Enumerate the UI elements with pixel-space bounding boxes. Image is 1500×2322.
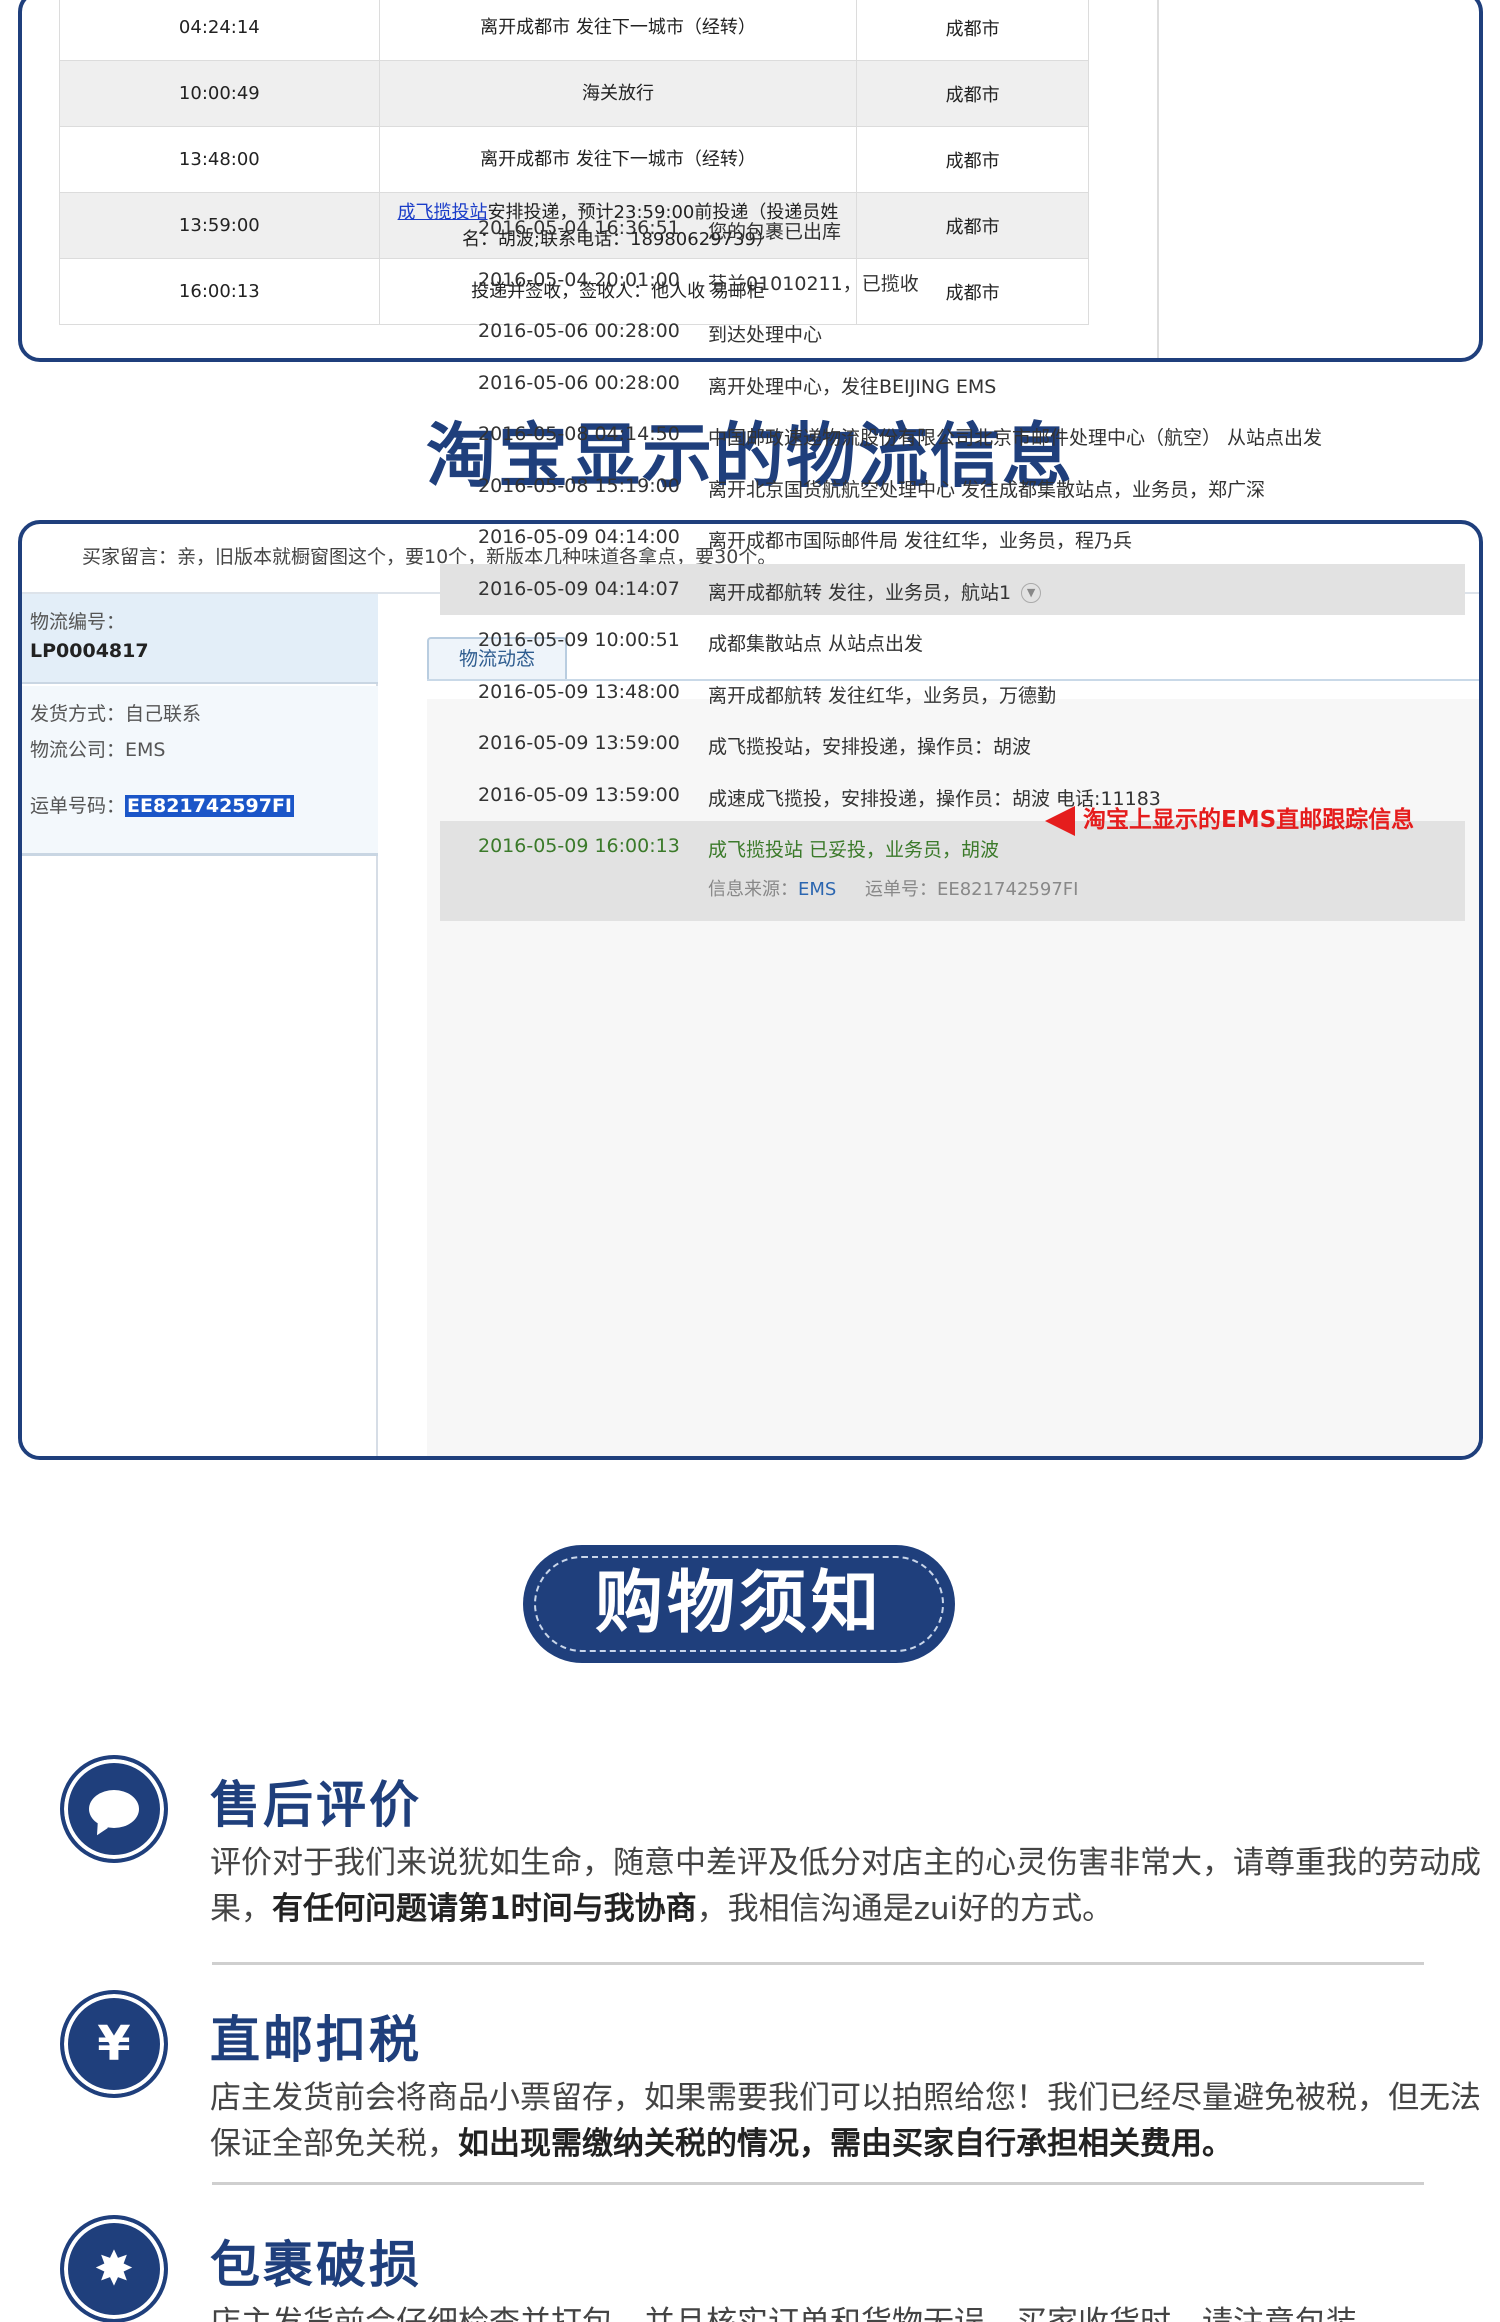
ems-annotation: 淘宝上显示的EMS直邮跟踪信息	[1045, 800, 1414, 836]
event-text: 离开成都市国际邮件局 发往红华，业务员，程乃兵	[708, 530, 1133, 552]
table-row: 10:00:49 海关放行 成都市	[59, 60, 1089, 127]
event-text: 成都集散站点 从站点出发	[708, 633, 924, 655]
list-item: 2016-05-08 04:14:50 中国邮政速递物流股份有限公司北京市邮件处理…	[440, 409, 1465, 461]
row-time: 13:48:00	[59, 126, 380, 193]
shipping-info-box: 发货方式：自己联系 物流公司：EMS 运单号码： EE821742597FI	[22, 686, 378, 856]
table-row: 04:24:14 离开成都市 发往下一城市（经转） 成都市	[59, 0, 1089, 61]
item-text: 店主发货前会将商品小票留存，如果需要我们可以拍照给您！我们已经尽量避免被税，但无…	[210, 2080, 1481, 2162]
item-title: 售后评价	[210, 1776, 422, 1834]
waybill-number[interactable]: EE821742597FI	[125, 795, 295, 817]
source-label: 信息来源：	[708, 879, 798, 900]
event-time: 2016-05-08 04:14:50	[478, 423, 680, 445]
row-time: 16:00:13	[59, 258, 380, 325]
event-text: 您的包裹已出库	[708, 221, 842, 243]
row-event: 海关放行	[378, 60, 858, 127]
event-time: 2016-05-09 10:00:51	[478, 629, 680, 651]
event-time: 2016-05-09 16:00:13	[478, 835, 680, 857]
event-text: 离开成都航转 发往红华，业务员，万德勤	[708, 684, 1057, 707]
footer-waybill: 运单号：EE821742597FI	[864, 879, 1079, 900]
ship-method: 发货方式：自己联系	[30, 703, 202, 725]
table-row: 13:48:00 离开成都市 发往下一城市（经转） 成都市	[59, 126, 1089, 193]
event-text: 中国邮政速递物流股份有限公司北京市邮件处理中心（航空） 从站点出发	[708, 427, 1323, 449]
logistics-number: LP0004817	[30, 640, 149, 662]
annotation-text: 淘宝上显示的EMS直邮跟踪信息	[1083, 807, 1415, 833]
item-title: 直邮扣税	[210, 2011, 422, 2069]
waybill-label: 运单号码：	[30, 795, 126, 817]
event-text: 芬兰01010211，已揽收	[708, 272, 919, 295]
event-time: 2016-05-04 16:36:51	[478, 217, 680, 239]
item-text: 评价对于我们来说犹如生命，随意中差评及低分对店主的心灵伤害非常大，请尊重我的劳动…	[210, 1845, 1481, 1927]
row-time: 10:00:49	[59, 60, 380, 127]
event-time: 2016-05-08 15:19:00	[478, 474, 680, 497]
event-text: 离开成都航转 发往，业务员，航站1	[708, 581, 1012, 604]
red-arrow-icon	[1045, 805, 1075, 836]
chevron-down-icon[interactable]: ▼	[1021, 583, 1042, 603]
row-time: 13:59:00	[59, 192, 380, 259]
event-time: 2016-05-09 13:59:00	[478, 783, 680, 806]
list-item: 2016-05-09 13:59:00 成飞揽投站，安排投递，操作员：胡波	[440, 718, 1465, 770]
list-item: 2016-05-06 00:28:00 离开处理中心，发往BEIJING EMS	[440, 358, 1465, 410]
speech-bubble-icon	[60, 1755, 168, 1863]
row-city: 成都市	[856, 126, 1089, 193]
event-time: 2016-05-06 00:28:00	[478, 371, 680, 394]
logistics-number-box: 物流编号： LP0004817	[22, 594, 378, 684]
event-time: 2016-05-09 13:59:00	[478, 732, 680, 754]
divider	[212, 1962, 1424, 1965]
list-item-latest: 2016-05-09 16:00:13 成飞揽投站 已妥投，业务员，胡波 信息来…	[440, 821, 1465, 921]
notice-title: 购物须知	[534, 1556, 944, 1652]
event-text: 到达处理中心	[708, 324, 823, 346]
event-text-with-toggle: 离开成都航转 发往，业务员，航站1 ▼	[708, 578, 1042, 605]
event-time: 2016-05-09 04:14:00	[478, 526, 680, 548]
row-event: 离开成都市 发往下一城市（经转）	[378, 126, 858, 193]
item-title: 包裹破损	[210, 2236, 422, 2294]
source-link[interactable]: EMS	[798, 879, 836, 900]
list-item: 2016-05-04 16:36:51 您的包裹已出库	[440, 203, 1465, 255]
list-item[interactable]: 2016-05-09 04:14:07 离开成都航转 发往，业务员，航站1 ▼	[440, 563, 1465, 615]
event-time: 2016-05-09 04:14:07	[478, 577, 680, 600]
logistics-number-label: 物流编号：	[30, 611, 126, 633]
notice-badge: 购物须知	[523, 1545, 955, 1663]
row-event: 离开成都市 发往下一城市（经转）	[378, 0, 858, 61]
row-city: 成都市	[856, 60, 1089, 127]
event-time: 2016-05-09 13:48:00	[478, 680, 680, 703]
item-text: 店主发货前会仔细检查并打包，并且核实订单和货物无误，买家收货时，请注意包装	[210, 2300, 1500, 2322]
event-source: 信息来源：EMS 运单号：EE821742597FI	[708, 875, 1078, 901]
event-text: 离开处理中心，发往BEIJING EMS	[708, 375, 997, 398]
list-item: 2016-05-04 20:01:00 芬兰01010211，已揽收	[440, 255, 1465, 307]
yen-icon: ¥	[60, 1990, 168, 2098]
row-city: 成都市	[856, 0, 1089, 61]
list-item: 2016-05-09 10:00:51 成都集散站点 从站点出发	[440, 615, 1465, 667]
event-text: 成飞揽投站 已妥投，业务员，胡波	[708, 839, 1000, 861]
divider	[212, 2182, 1424, 2185]
list-item: 2016-05-06 00:28:00 到达处理中心	[440, 306, 1465, 358]
list-item: 2016-05-09 04:14:00 离开成都市国际邮件局 发往红华，业务员，程…	[440, 512, 1465, 564]
list-item: 2016-05-09 13:48:00 离开成都航转 发往红华，业务员，万德勤	[440, 667, 1465, 719]
event-time: 2016-05-04 20:01:00	[478, 268, 680, 291]
waybill-row: 运单号码： EE821742597FI	[30, 788, 370, 824]
burst-icon: ✸	[60, 2215, 168, 2322]
event-text: 离开北京国货航航空处理中心 发往成都集散站点，业务员，郑广深	[708, 478, 1266, 501]
logistics-company: 物流公司：EMS	[30, 739, 166, 761]
event-time: 2016-05-06 00:28:00	[478, 320, 680, 342]
row-time: 04:24:14	[59, 0, 380, 61]
event-text: 成飞揽投站，安排投递，操作员：胡波	[708, 736, 1032, 758]
order-info-column: 物流编号： LP0004817 发货方式：自己联系 物流公司：EMS 运单号码：…	[22, 594, 378, 1456]
list-item: 2016-05-08 15:19:00 离开北京国货航航空处理中心 发往成都集散站…	[440, 461, 1465, 513]
